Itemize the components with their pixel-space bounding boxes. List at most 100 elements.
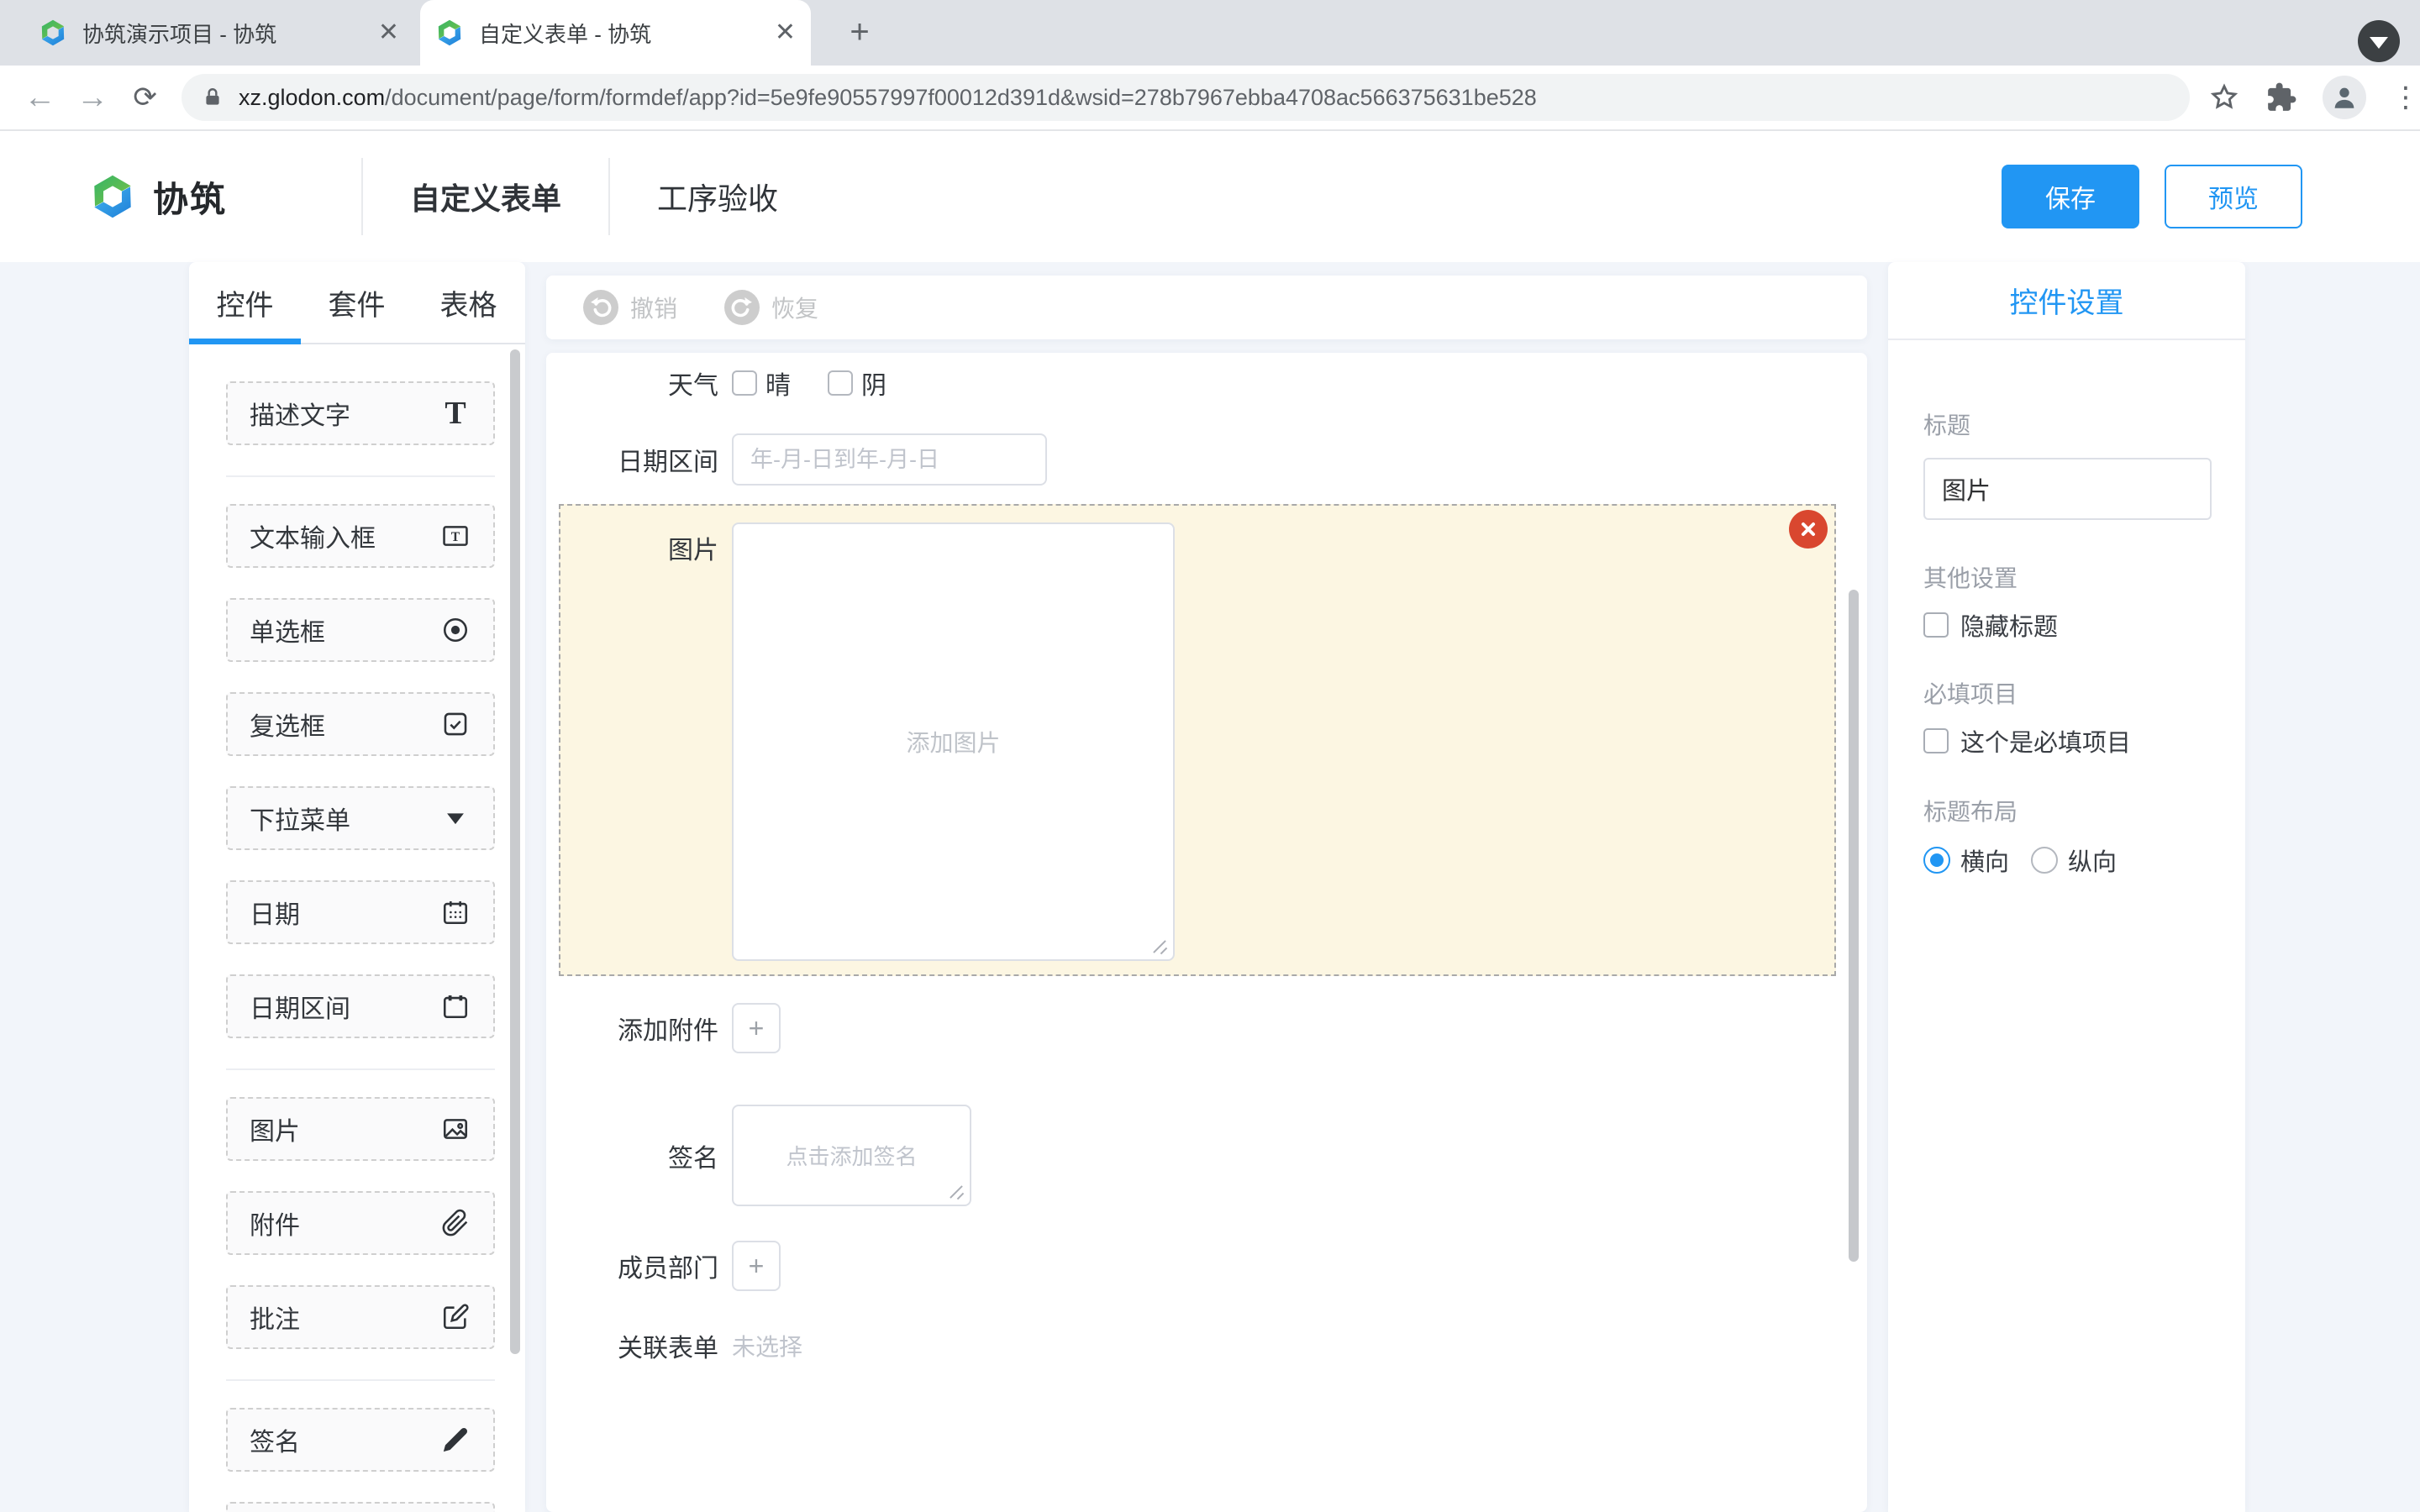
signature-field-row[interactable]: 签名 点击添加签名 — [546, 1105, 971, 1206]
field-label: 日期区间 — [546, 441, 718, 478]
browser-tab-demo-project[interactable]: 协筑演示项目 - 协筑 ✕ — [24, 0, 414, 66]
weather-cloudy-checkbox[interactable] — [828, 370, 853, 396]
panel-title: 控件设置 — [1888, 262, 2245, 340]
layout-horizontal-label: 横向 — [1960, 843, 2009, 878]
signature-box[interactable]: 点击添加签名 — [732, 1105, 971, 1206]
weather-sunny-checkbox[interactable] — [732, 370, 757, 396]
list-divider — [226, 475, 495, 477]
resize-handle[interactable] — [1150, 936, 1168, 954]
control-item-related-form[interactable]: 关联表单 — [226, 1502, 495, 1512]
canvas-scrollbar[interactable] — [1849, 590, 1859, 1262]
weather-field-row[interactable]: 天气 晴 阴 — [546, 360, 886, 407]
control-item-dropdown[interactable]: 下拉菜单 — [226, 786, 495, 850]
tab-tables[interactable]: 表格 — [413, 262, 524, 343]
required-row[interactable]: 这个是必填项目 — [1923, 723, 2212, 759]
delete-field-button[interactable] — [1789, 510, 1828, 549]
undo-button[interactable]: 撤销 — [583, 290, 677, 325]
forward-icon[interactable]: → — [66, 80, 119, 116]
other-settings-label: 其他设置 — [1923, 560, 2212, 594]
tab-title: 协筑演示项目 - 协筑 — [82, 18, 368, 49]
browser-url-bar: ← → ⟳ xz.glodon.com/document/page/form/f… — [0, 66, 2420, 131]
title-input-wrap — [1923, 458, 2212, 520]
control-item-attachment[interactable]: 附件 — [226, 1191, 495, 1255]
add-attachment-button[interactable]: + — [732, 1003, 781, 1053]
required-option-label: 这个是必填项目 — [1960, 723, 2131, 759]
screen: 协筑演示项目 - 协筑 ✕ 自定义表单 - 协筑 ✕ + ← → ⟳ xz.gl… — [0, 0, 2420, 1512]
tab-close-icon[interactable]: ✕ — [775, 20, 796, 45]
sidebar-tabs: 控件 套件 表格 — [189, 262, 525, 344]
browser-menu-icon[interactable]: ⋮ — [2391, 81, 2420, 114]
control-item-signature[interactable]: 签名 — [226, 1408, 495, 1472]
new-tab-button[interactable]: + — [840, 13, 879, 52]
date-range-field-row[interactable]: 日期区间 — [546, 433, 1047, 486]
address-input[interactable]: xz.glodon.com/document/page/form/formdef… — [182, 74, 2190, 121]
field-label: 添加附件 — [546, 1010, 718, 1047]
attachment-field-row[interactable]: 添加附件 + — [546, 1003, 781, 1053]
tab-title: 自定义表单 - 协筑 — [479, 18, 765, 49]
tab-close-icon[interactable]: ✕ — [378, 20, 399, 45]
calendar-icon — [439, 896, 471, 928]
control-item-date[interactable]: 日期 — [226, 880, 495, 944]
signature-hint: 点击添加签名 — [786, 1140, 917, 1171]
hide-title-checkbox[interactable] — [1923, 612, 1949, 638]
control-item-date-range[interactable]: 日期区间 — [226, 974, 495, 1038]
sidebar-scrollbar[interactable] — [510, 349, 520, 1354]
hide-title-row[interactable]: 隐藏标题 — [1923, 607, 2212, 643]
related-form-field-row[interactable]: 关联表单 未选择 — [546, 1327, 802, 1364]
date-range-input[interactable] — [732, 433, 1047, 486]
browser-actions: ⋮ — [2208, 76, 2420, 119]
person-icon — [2330, 83, 2359, 112]
upload-hint: 添加图片 — [906, 725, 1000, 759]
control-item-text-input[interactable]: 文本输入框 T — [226, 504, 495, 568]
selected-image-field[interactable]: 图片 添加图片 — [559, 504, 1836, 976]
xiezhu-favicon-icon — [39, 18, 67, 47]
related-form-value: 未选择 — [732, 1329, 802, 1362]
resize-handle[interactable] — [946, 1181, 965, 1200]
annotation-icon — [439, 1301, 471, 1333]
control-item-checkbox[interactable]: 复选框 — [226, 692, 495, 756]
bookmark-star-icon[interactable] — [2208, 81, 2240, 113]
nav-custom-form[interactable]: 自定义表单 — [363, 175, 608, 218]
extensions-puzzle-icon[interactable] — [2265, 81, 2297, 113]
layout-horizontal-radio[interactable] — [1923, 847, 1950, 874]
checkbox-label: 晴 — [765, 365, 791, 402]
redo-icon — [724, 290, 760, 325]
redo-button[interactable]: 恢复 — [724, 290, 818, 325]
xiezhu-logo-icon — [89, 173, 136, 220]
reload-icon[interactable]: ⟳ — [118, 81, 171, 114]
field-label: 关联表单 — [546, 1327, 718, 1364]
field-title-input[interactable] — [1923, 458, 2212, 520]
controls-sidebar: 控件 套件 表格 描述文字 T 文本输入框 T 单选框 — [189, 262, 525, 1512]
control-item-description-text[interactable]: 描述文字 T — [226, 381, 495, 445]
control-item-annotation[interactable]: 批注 — [226, 1285, 495, 1349]
layout-vertical-radio[interactable] — [2031, 847, 2058, 874]
add-member-button[interactable]: + — [732, 1241, 781, 1291]
tab-controls[interactable]: 控件 — [189, 262, 301, 343]
save-button[interactable]: 保存 — [2002, 165, 2139, 228]
back-icon[interactable]: ← — [13, 80, 66, 116]
layout-label: 标题布局 — [1923, 794, 2212, 827]
tab-kits[interactable]: 套件 — [301, 262, 413, 343]
control-settings-panel: 控件设置 标题 其他设置 隐藏标题 必填项目 — [1888, 262, 2245, 1512]
member-field-row[interactable]: 成员部门 + — [546, 1241, 781, 1291]
brand-name: 协筑 — [153, 171, 227, 223]
image-upload-box[interactable]: 添加图片 — [732, 522, 1175, 961]
browser-caret-button[interactable] — [2358, 20, 2400, 62]
checkbox-icon — [439, 708, 471, 740]
browser-tab-custom-form[interactable]: 自定义表单 - 协筑 ✕ — [420, 0, 811, 66]
brand[interactable]: 协筑 — [89, 171, 227, 223]
nav-process-acceptance[interactable]: 工序验收 — [610, 175, 825, 218]
required-checkbox[interactable] — [1923, 728, 1949, 753]
preview-button[interactable]: 预览 — [2165, 165, 2302, 228]
field-label: 图片 — [560, 529, 718, 566]
checkbox-label: 阴 — [861, 365, 886, 402]
layout-vertical-label: 纵向 — [2068, 843, 2117, 878]
close-icon — [1798, 519, 1818, 539]
browser-avatar[interactable] — [2323, 76, 2366, 119]
list-divider — [226, 1068, 495, 1070]
field-label: 签名 — [546, 1137, 718, 1174]
control-item-radio[interactable]: 单选框 — [226, 598, 495, 662]
dropdown-icon — [439, 802, 471, 834]
calendar-range-icon — [439, 990, 471, 1022]
control-item-image[interactable]: 图片 — [226, 1097, 495, 1161]
